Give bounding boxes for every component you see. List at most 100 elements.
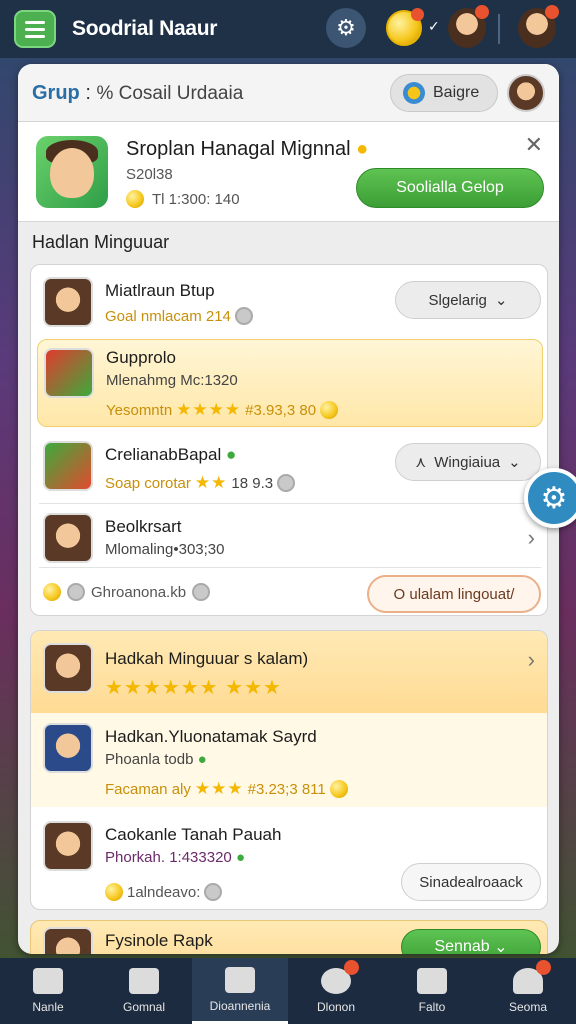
coin-icon [329, 780, 348, 798]
profile-avatar[interactable] [448, 5, 489, 48]
star-icon: ★★ [194, 473, 228, 492]
list-item[interactable]: Hadkan.Yluonatamak Sayrd Phoanla todb ● … [31, 717, 547, 807]
group-meta: S20l38 [126, 166, 173, 183]
avatar [43, 277, 93, 327]
panel-header: Grup : % Cosail Urdaaia Baigre [18, 64, 559, 122]
gift-icon [43, 441, 93, 491]
avatar[interactable] [507, 74, 545, 112]
star-icon: ★★★ [194, 779, 244, 798]
nav-label: Dlonon [316, 1000, 356, 1014]
nav-item-social[interactable]: Gomnal [96, 958, 192, 1024]
list-item[interactable]: Miatlraun Btup Goal nmlacam 214 Slgelari… [31, 271, 549, 333]
row-title: Hadkah Minguuar s kalam) [105, 649, 309, 668]
avatar [43, 643, 93, 693]
notification-dot [411, 8, 424, 21]
coin-icon [67, 583, 85, 601]
nav-label: Dioannenia [209, 998, 271, 1013]
friend-avatar[interactable] [518, 5, 559, 48]
settings-gear-button[interactable]: ⚙ [326, 8, 366, 48]
group-name: Sroplan Hanagal Mignnal ● [126, 138, 369, 160]
breadcrumb-separator: : [85, 82, 91, 104]
list-item[interactable]: Caokanle Tanah Pauah Phorkah. 1:433320 ●… [31, 815, 547, 907]
row-rating: ★★★★★★ ★★★ [105, 675, 282, 700]
row-action-button[interactable]: Sinadealroaack [401, 863, 541, 901]
coin-icon[interactable] [386, 8, 424, 46]
group-action-button[interactable]: Soolialla Gelop [356, 168, 544, 208]
group-card: Sroplan Hanagal Mignnal ● S20l38 Tl 1:30… [18, 122, 559, 222]
row-subtitle: Mlomaling•303;30 [105, 541, 225, 558]
notification-badge [344, 960, 359, 975]
nav-item-profile[interactable]: Seoma [480, 958, 576, 1024]
list-item[interactable]: Beolkrsart Mlomaling•303;30 › [31, 509, 549, 569]
app-title: Soodrial Naaur [72, 17, 218, 40]
members-count: Tl 1:300: 140 [152, 190, 240, 208]
weekly-reward-list-2: Hadkah Minguuar s kalam) ★★★★★★ ★★★ › Ha… [30, 630, 548, 910]
breadcrumb-main[interactable]: Grup [32, 82, 80, 104]
badge-button[interactable]: Baigre [390, 74, 498, 112]
row-title: Miatlraun Btup [105, 281, 215, 300]
list-item[interactable]: CrelianabBapal ● Soap corotar ★★ 18 9.3 … [31, 435, 549, 501]
group-members: Tl 1:300: 140 [126, 190, 240, 208]
chevron-down-icon[interactable]: ✓ [428, 18, 440, 35]
group-avatar[interactable] [36, 136, 108, 208]
nav-label: Nanle [32, 1000, 64, 1014]
dropdown-button[interactable]: ⋏ Wingiaiua ⌄ [395, 443, 541, 481]
row-subtitle: Phorkah. 1:433320 ● [105, 849, 246, 866]
row-subtitle: Phoanla todb ● [105, 751, 207, 768]
coin-icon [105, 883, 123, 901]
breadcrumb-sub: % Cosail Urdaaia [96, 83, 244, 104]
house-icon [129, 968, 159, 994]
row-title: Beolkrsart [105, 517, 182, 536]
coin-icon [320, 401, 339, 419]
coin-icon [126, 190, 144, 208]
nav-label: Seoma [508, 1000, 548, 1014]
game-icon [44, 348, 94, 398]
nav-item-photo[interactable]: Falto [384, 958, 480, 1024]
star-icon: ★★★★ [176, 400, 242, 419]
nav-label: Gomnal [122, 1000, 166, 1014]
chat-icon [321, 960, 359, 994]
row-title: Caokanle Tanah Pauah [105, 825, 282, 844]
row-subtitle: Mlenahmg Mc:1320 [106, 372, 238, 389]
menu-line-icon [25, 27, 45, 31]
notification-badge [536, 960, 551, 975]
footer-action-button[interactable]: O ulalam lingouat/ [367, 575, 541, 613]
menu-line-icon [25, 34, 45, 38]
footer-info: Ghroanona.kb [43, 583, 211, 601]
divider [39, 567, 541, 568]
row-rating: Yesomntn ★★★★ #3.93,3 80 [106, 400, 339, 420]
notification-badge [475, 5, 489, 19]
notification-badge [545, 5, 559, 19]
avatar [43, 927, 93, 954]
chevron-right-icon[interactable]: › [528, 647, 535, 673]
divider [498, 14, 500, 44]
chevron-up-icon: ⋏ [415, 454, 427, 471]
row-title: Fysinole Rapk [105, 931, 213, 950]
nav-item-groups[interactable]: Dioannenia [192, 958, 288, 1024]
chevron-right-icon[interactable]: › [528, 525, 535, 551]
bottom-navigation: Nanle Gomnal Dioannenia Dlonon Falto Seo… [0, 958, 576, 1024]
hamburger-menu-button[interactable] [14, 10, 56, 48]
list-icon [225, 966, 255, 993]
chevron-down-icon: ⌄ [508, 454, 521, 471]
profile-icon [513, 960, 551, 994]
group-panel: Grup : % Cosail Urdaaia Baigre Sroplan H… [18, 64, 559, 954]
list-item-highlighted[interactable]: Gupprolo Mlenahmg Mc:1320 Yesomntn ★★★★ … [37, 339, 543, 427]
shield-icon [403, 82, 425, 104]
chevron-down-icon: ⌄ [494, 292, 508, 309]
weekly-reward-list: Miatlraun Btup Goal nmlacam 214 Slgelari… [30, 264, 548, 616]
row-footer-info: 1alndeavo: [105, 883, 223, 901]
row-rating: Facaman aly ★★★ #3.23;3 811 [105, 779, 348, 799]
dropdown-button[interactable]: Slgelarig ⌄ [395, 281, 541, 319]
coin-icon [277, 474, 296, 492]
home-icon [33, 968, 63, 994]
list-item[interactable]: Hadkah Minguuar s kalam) ★★★★★★ ★★★ › [31, 637, 547, 709]
nav-item-chat[interactable]: Dlonon [288, 958, 384, 1024]
close-icon[interactable]: ✕ [525, 132, 543, 158]
list-action-button[interactable]: Sennab ⌄ [401, 929, 541, 954]
row-gold-text: Goal nmlacam 214 [105, 307, 253, 325]
photo-icon [417, 968, 447, 994]
nav-item-home[interactable]: Nanle [0, 958, 96, 1024]
row-title: Hadkan.Yluonatamak Sayrd [105, 727, 317, 746]
floating-settings-button[interactable]: ⚙ [524, 468, 576, 528]
